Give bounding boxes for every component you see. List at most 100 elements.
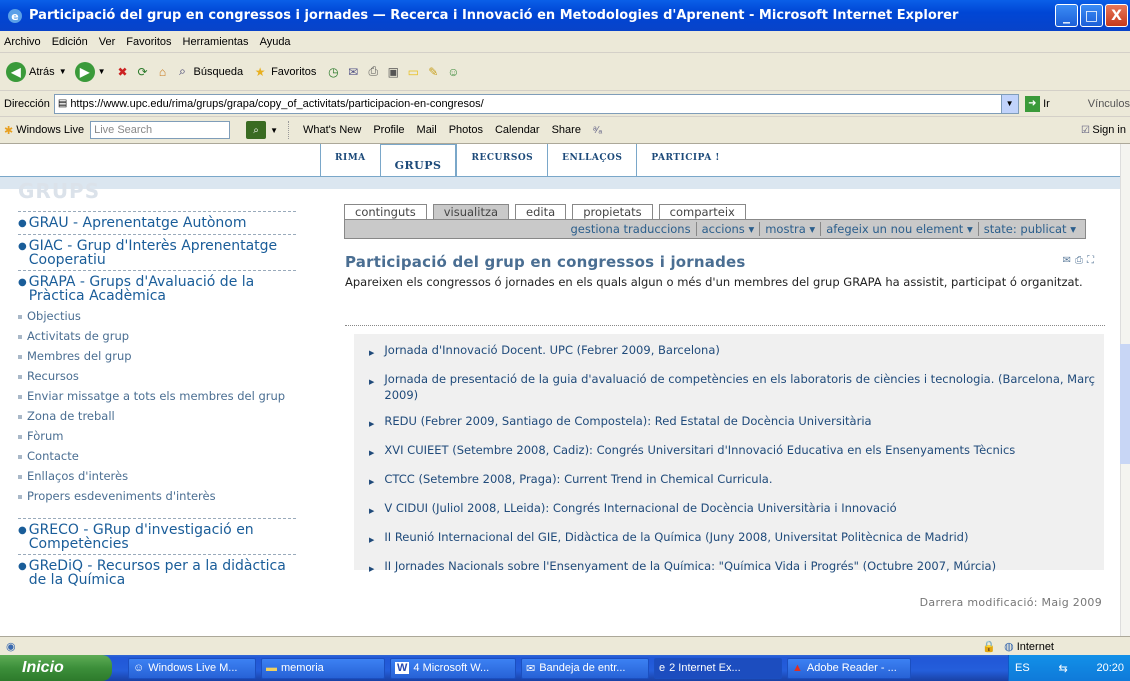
mail-icon[interactable]: ✉: [344, 63, 362, 81]
folder-icon[interactable]: ▭: [404, 63, 422, 81]
list-item[interactable]: ▶ II Jornades Nacionals sobre l'Ensenyame…: [354, 558, 1104, 577]
state-menu[interactable]: state: publicat ▾: [977, 222, 1081, 236]
lock-icon[interactable]: 🔒: [982, 640, 996, 653]
windows-live-brand[interactable]: Windows Live: [16, 124, 84, 136]
sidebar-item-enviar-missatge[interactable]: Enviar missatge a tots els membres del g…: [18, 390, 296, 403]
sidebar-item-objectius[interactable]: Objectius: [18, 310, 296, 323]
sidebar-group-link[interactable]: ● GRAPA - Grups d'Avaluació de la Pràctic…: [18, 275, 296, 303]
close-button[interactable]: X: [1105, 4, 1128, 27]
messenger-icon[interactable]: ☺: [444, 63, 462, 81]
tab-visualitza[interactable]: visualitza: [432, 204, 510, 219]
back-button[interactable]: ◀ Atrás ▼: [6, 61, 67, 82]
list-item[interactable]: ▶ CTCC (Setembre 2008, Praga): Current Tr…: [354, 471, 1104, 490]
square-bullet-icon: [18, 475, 22, 479]
menu-ver[interactable]: Ver: [99, 36, 116, 48]
vertical-scrollbar[interactable]: [1120, 144, 1130, 636]
live-link-mail[interactable]: Mail: [417, 124, 437, 136]
accions-menu[interactable]: accions ▾: [695, 222, 760, 236]
chevron-down-icon[interactable]: ▼: [98, 67, 106, 76]
sidebar-item-label: Recursos: [27, 369, 79, 383]
menu-edicion[interactable]: Edición: [52, 36, 88, 48]
go-button[interactable]: Ir: [1043, 98, 1050, 110]
list-item[interactable]: ▶ V CIDUI (Juliol 2008, LLeida): Congrés …: [354, 500, 1104, 519]
task-windows-live[interactable]: ☺ Windows Live M...: [128, 657, 256, 679]
sidebar-group-grau: ● GRAU - Aprenentatge Autònom: [18, 211, 296, 234]
live-link-whats-new[interactable]: What's New: [303, 124, 361, 136]
task-internet-explorer[interactable]: e2 Internet Ex...: [654, 657, 782, 679]
mostra-menu[interactable]: mostra ▾: [759, 222, 820, 236]
tab-comparteix[interactable]: comparteix: [658, 204, 746, 219]
tab-edita[interactable]: edita: [515, 204, 567, 219]
sidebar-item-zona-treball[interactable]: Zona de treball: [18, 410, 296, 423]
search-button[interactable]: ⌕ Búsqueda: [174, 63, 243, 81]
minimize-button[interactable]: _: [1055, 4, 1078, 27]
site-nav-grups[interactable]: GRUPS: [379, 144, 457, 176]
print-icon[interactable]: ⎙: [364, 63, 382, 81]
history-icon[interactable]: ◷: [324, 63, 342, 81]
live-link-calendar[interactable]: Calendar: [495, 124, 540, 136]
live-search-button[interactable]: ⌕: [246, 121, 267, 139]
sidebar-item-forum[interactable]: Fòrum: [18, 430, 296, 443]
site-nav-enllacos[interactable]: ENLLAÇOS: [547, 144, 636, 176]
links-button[interactable]: Vínculos: [1088, 98, 1130, 110]
sidebar-group-link[interactable]: ● GReDiQ - Recursos per a la didàctica de…: [18, 559, 296, 587]
live-link-share[interactable]: Share: [552, 124, 581, 136]
task-microsoft-word[interactable]: W4 Microsoft W...: [390, 657, 516, 679]
full-screen-icon[interactable]: ⛶: [1087, 255, 1094, 266]
site-nav-recursos[interactable]: RECURSOS: [456, 144, 547, 176]
sidebar-item-propers[interactable]: Propers esdeveniments d'interès: [18, 490, 296, 503]
home-icon[interactable]: ⌂: [154, 63, 172, 81]
site-nav-rima[interactable]: RIMA: [320, 144, 380, 176]
scrollbar-thumb[interactable]: [1120, 344, 1130, 464]
live-link-photos[interactable]: Photos: [449, 124, 483, 136]
sidebar-item-recursos[interactable]: Recursos: [18, 370, 296, 383]
menu-archivo[interactable]: Archivo: [4, 36, 41, 48]
refresh-icon[interactable]: ⟳: [134, 63, 152, 81]
start-button[interactable]: Inicio: [0, 655, 112, 681]
list-item[interactable]: ▶ XVI CUIEET (Setembre 2008, Cadiz): Cong…: [354, 442, 1104, 461]
menu-favoritos[interactable]: Favoritos: [126, 36, 171, 48]
list-item[interactable]: ▶ Jornada de presentació de la guia d'ava…: [354, 371, 1104, 403]
task-bandeja-entrada[interactable]: ✉ Bandeja de entr...: [521, 657, 649, 679]
signin-checkbox-icon[interactable]: ☑: [1081, 125, 1090, 136]
sidebar-item-activitats[interactable]: Activitats de grup: [18, 330, 296, 343]
menu-herramientas[interactable]: Herramientas: [183, 36, 249, 48]
menu-ayuda[interactable]: Ayuda: [260, 36, 291, 48]
list-item[interactable]: ▶ II Reunió Internacional del GIE, Didàct…: [354, 529, 1104, 548]
task-memoria[interactable]: ▬ memoria: [261, 657, 385, 679]
signin-link[interactable]: Sign in: [1092, 124, 1126, 136]
stop-icon[interactable]: ✖: [114, 63, 132, 81]
sidebar-group-link[interactable]: ● GRAU - Aprenentatge Autònom: [18, 216, 296, 231]
address-dropdown-icon[interactable]: ▼: [1000, 94, 1018, 113]
pencil-icon[interactable]: ✎: [424, 63, 442, 81]
sidebar-group-link[interactable]: ● GIAC - Grup d'Interès Aprenentatge Coop…: [18, 239, 296, 267]
go-arrow-icon[interactable]: ➜: [1024, 95, 1041, 112]
clock[interactable]: 20:20: [1096, 662, 1124, 674]
address-input[interactable]: ▤ https://www.upc.edu/rima/grups/grapa/c…: [53, 93, 1019, 114]
language-indicator[interactable]: ES: [1015, 662, 1030, 674]
sidebar-item-enllacos[interactable]: Enllaços d'interès: [18, 470, 296, 483]
chevron-down-icon[interactable]: ▼: [59, 67, 67, 76]
edit-icon[interactable]: ▣: [384, 63, 402, 81]
afegeix-menu[interactable]: afegeix un nou element ▾: [820, 222, 978, 236]
sidebar-item-membres[interactable]: Membres del grup: [18, 350, 296, 363]
network-icon[interactable]: ⇆: [1058, 662, 1067, 675]
site-nav-participa[interactable]: PARTICIPA !: [636, 144, 733, 176]
maximize-button[interactable]: □: [1080, 4, 1103, 27]
live-search-input[interactable]: Live Search: [90, 121, 231, 139]
sidebar-item-contacte[interactable]: Contacte: [18, 450, 296, 463]
live-link-profile[interactable]: Profile: [373, 124, 404, 136]
list-item[interactable]: ▶ Jornada d'Innovació Docent. UPC (Febrer…: [354, 342, 1104, 361]
translate-icon[interactable]: ᵃ⁄ₐ: [593, 125, 602, 136]
print-icon[interactable]: ⎙: [1075, 255, 1083, 266]
tab-propietats[interactable]: propietats: [572, 204, 653, 219]
tab-continguts[interactable]: continguts: [344, 204, 427, 219]
chevron-down-icon[interactable]: ▼: [270, 126, 278, 135]
sidebar-group-link[interactable]: ● GRECO - GRup d'investigació en Competèn…: [18, 523, 296, 551]
list-item[interactable]: ▶ REDU (Febrer 2009, Santiago de Composte…: [354, 413, 1104, 432]
send-mail-icon[interactable]: ✉: [1063, 255, 1071, 266]
forward-button[interactable]: ▶ ▼: [74, 61, 106, 82]
favorites-button[interactable]: ★ Favoritos: [251, 63, 317, 81]
task-adobe-reader[interactable]: ▲ Adobe Reader - ...: [787, 657, 911, 679]
gestiona-traduccions-link[interactable]: gestiona traduccions: [565, 222, 695, 236]
